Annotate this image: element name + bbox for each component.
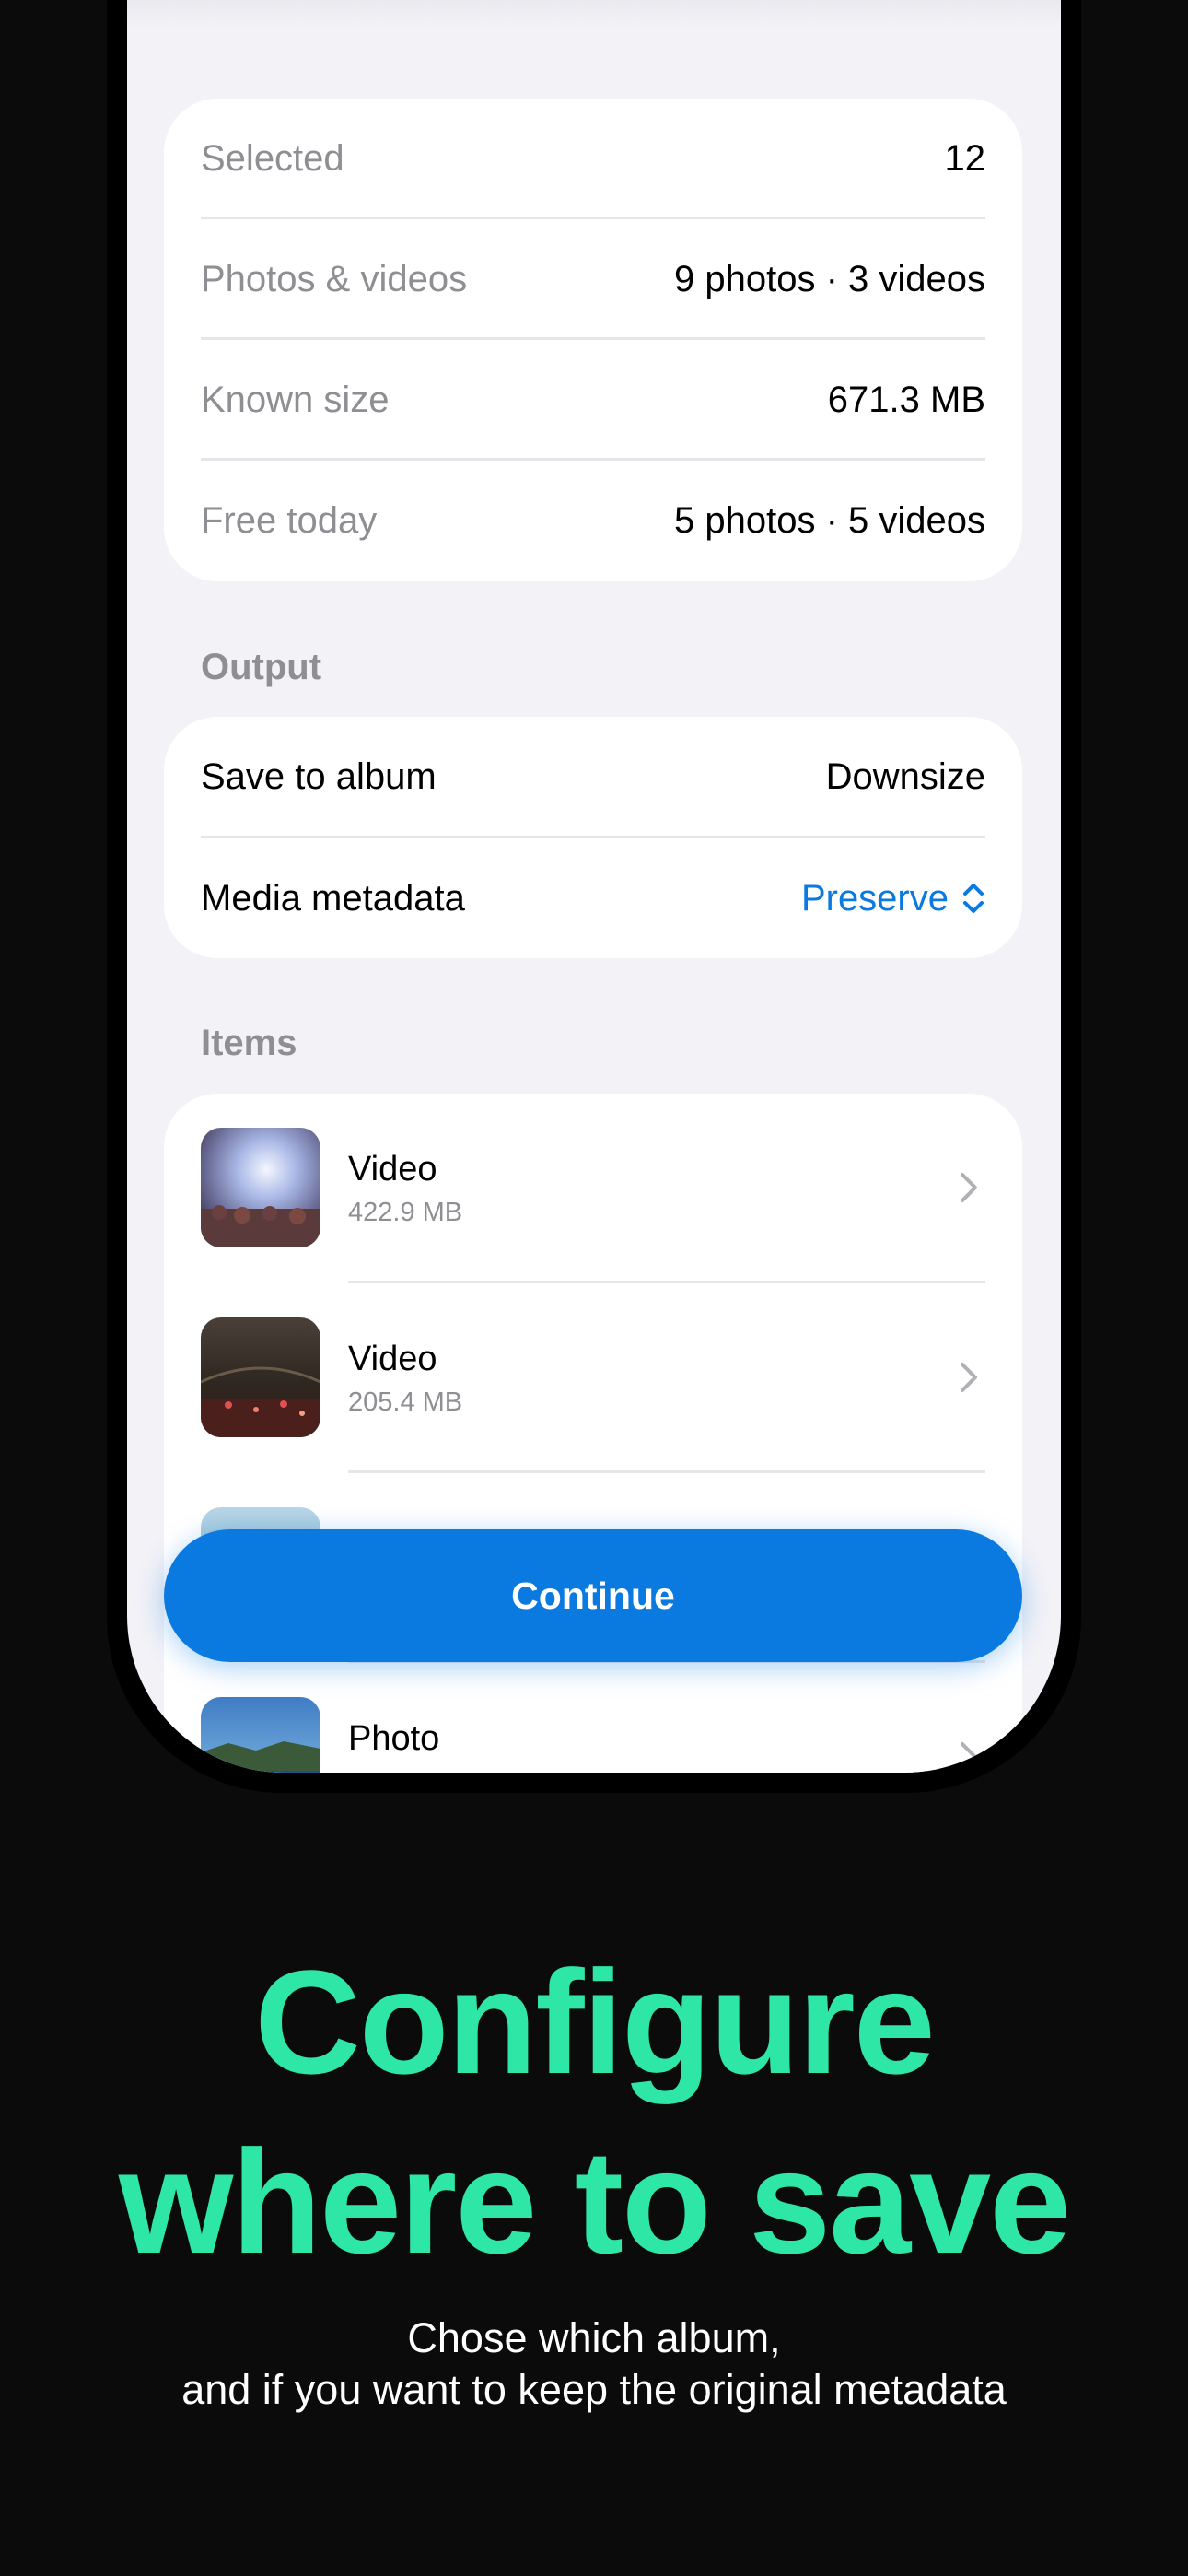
top-fade (127, 0, 1061, 28)
items-card: Video 422.9 MB Video 205.4 MB Photo (164, 1094, 1022, 1773)
item-title: Photo (348, 1719, 440, 1758)
chevron-right-icon (961, 1742, 977, 1772)
output-header: Output (201, 647, 322, 687)
known-size-value: 671.3 MB (827, 379, 985, 420)
free-today-label: Free today (201, 499, 378, 541)
item-title: Video (348, 1340, 437, 1378)
media-metadata-value: Preserve (800, 877, 949, 919)
divider (348, 1281, 985, 1283)
items-header: Items (201, 1023, 297, 1063)
free-today-value: 5 photos · 5 videos (674, 499, 985, 541)
item-size: 205.4 MB (348, 1388, 463, 1417)
divider (348, 1470, 985, 1473)
photos-videos-row: Photos & videos 9 photos · 3 videos (201, 219, 985, 339)
chevron-right-icon (961, 1173, 977, 1202)
subheadline-line-2: and if you want to keep the original met… (181, 2366, 1007, 2413)
media-metadata-row: Media metadata Preserve (201, 838, 985, 958)
output-card: Save to album Downsize Media metadata Pr… (164, 717, 1022, 958)
selected-label: Selected (201, 137, 344, 179)
list-item[interactable]: Photo (201, 1697, 985, 1773)
save-to-album-label: Save to album (201, 755, 437, 797)
photos-videos-label: Photos & videos (201, 258, 468, 299)
headline-line-2: where to save (118, 2119, 1071, 2284)
concert-crowd-thumbnail (201, 1317, 320, 1437)
save-to-album-row[interactable]: Save to album Downsize (201, 717, 985, 837)
list-item[interactable]: Video 205.4 MB (201, 1317, 985, 1437)
free-today-row: Free today 5 photos · 5 videos (201, 461, 985, 580)
chevron-right-icon (961, 1363, 977, 1392)
media-metadata-picker[interactable]: Preserve (801, 878, 985, 919)
headline-line-1: Configure (254, 1939, 935, 2104)
media-metadata-label: Media metadata (201, 877, 465, 919)
item-size: 422.9 MB (348, 1198, 463, 1227)
save-to-album-value[interactable]: Downsize (826, 756, 985, 798)
subheadline-line-1: Chose which album, (407, 2314, 781, 2361)
list-item[interactable]: Video 422.9 MB (201, 1128, 985, 1247)
summary-card: Selected 12 Photos & videos 9 photos · 3… (164, 99, 1022, 581)
item-title: Video (348, 1150, 437, 1188)
chevron-up-down-icon (963, 884, 984, 913)
selected-row: Selected 12 (201, 99, 985, 218)
phone-screen: Selected 12 Photos & videos 9 photos · 3… (127, 0, 1061, 1773)
app-store-screenshot: Selected 12 Photos & videos 9 photos · 3… (0, 0, 1188, 2576)
photos-videos-value: 9 photos · 3 videos (674, 258, 985, 299)
coastline-thumbnail (201, 1697, 320, 1773)
selected-value: 12 (944, 137, 986, 179)
concert-lights-thumbnail (201, 1128, 320, 1247)
continue-button[interactable]: Continue (164, 1529, 1022, 1662)
known-size-row: Known size 671.3 MB (201, 340, 985, 460)
known-size-label: Known size (201, 379, 390, 420)
